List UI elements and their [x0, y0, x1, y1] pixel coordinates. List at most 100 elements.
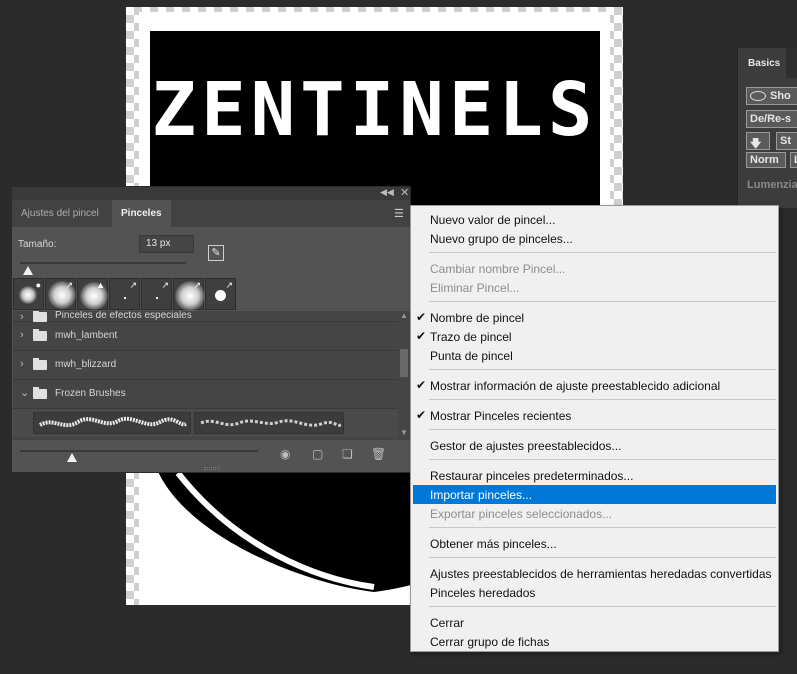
menu-item-new-brush-preset[interactable]: Nuevo valor de pincel...	[413, 210, 776, 229]
size-slider-track[interactable]	[20, 262, 186, 264]
menu-item-show-recent-brushes[interactable]: ✔ Mostrar Pinceles recientes	[413, 406, 776, 425]
chevron-right-icon[interactable]: ›	[20, 329, 24, 341]
brush-group-row[interactable]: › mwh_blizzard	[13, 351, 398, 380]
normal-button-label: Norm	[750, 154, 779, 166]
brush-stroke-preview[interactable]	[33, 412, 191, 434]
menu-separator	[429, 557, 776, 558]
recent-brush-preset[interactable]: ↗	[109, 278, 140, 310]
tab-brushes[interactable]: Pinceles	[112, 200, 171, 227]
normal-button[interactable]: Norm	[746, 152, 786, 168]
menu-item-label: Nuevo valor de pincel...	[430, 213, 556, 227]
de-re-select-button[interactable]: De/Re-s	[746, 110, 797, 128]
tab-basics[interactable]: Basics	[738, 48, 786, 78]
brush-group-row[interactable]: › Pinceles de efectos especiales	[13, 311, 398, 323]
menu-item-new-brush-group[interactable]: Nuevo grupo de pinceles...	[413, 229, 776, 248]
recent-brush-preset[interactable]: ↗	[173, 278, 205, 311]
checkmark-icon: ✔	[416, 408, 427, 422]
menu-item-label: Importar pinceles...	[430, 488, 533, 502]
brushes-panel: ◀◀ ✕ Ajustes del pincel Pinceles ☰ Tamañ…	[11, 186, 411, 473]
lumenzia-label: Lumenzia	[747, 179, 797, 191]
double-chevron-icon[interactable]: ◀◀	[380, 187, 394, 198]
de-re-select-label: De/Re-s	[750, 113, 791, 125]
menu-item-label: Nuevo grupo de pinceles...	[430, 232, 573, 246]
brush-list-scrollbar[interactable]: ▲ ▼	[398, 311, 410, 440]
menu-item-rename-brush[interactable]: Cambiar nombre Pincel...	[413, 259, 776, 278]
canvas-title-text: ZENTINELS	[151, 67, 598, 153]
panel-tabbar: Ajustes del pincel Pinceles ☰	[12, 200, 410, 227]
brush-group-row[interactable]: › mwh_lambent	[13, 322, 398, 351]
checkmark-icon: ✔	[416, 378, 427, 392]
recent-brushes: ● ↗ ▲ ↗ ↗ ↗ ↗	[13, 278, 239, 311]
menu-item-brush-stroke[interactable]: ✔ Trazo de pincel	[413, 327, 776, 346]
brush-stroke-previews	[13, 409, 398, 437]
menu-item-label: Mostrar Pinceles recientes	[430, 409, 572, 423]
basics-panel: Basics Sho De/Re-s 🡇 St Norm L Lumenzia	[737, 48, 797, 208]
recent-brush-preset[interactable]: ▲	[77, 278, 108, 310]
tab-brush-settings[interactable]: Ajustes del pincel	[12, 200, 108, 227]
folder-icon	[33, 358, 47, 370]
menu-item-close[interactable]: Cerrar	[413, 613, 776, 632]
menu-item-label: Ajustes preestablecidos de herramientas …	[430, 567, 772, 581]
menu-separator	[429, 459, 776, 460]
recent-brush-preset[interactable]: ↗	[141, 278, 172, 310]
menu-item-preset-manager[interactable]: Gestor de ajustes preestablecidos...	[413, 436, 776, 455]
menu-item-brush-name[interactable]: ✔ Nombre de pincel	[413, 308, 776, 327]
menu-item-label: Punta de pincel	[430, 349, 513, 363]
scrollbar-thumb[interactable]	[400, 349, 408, 377]
new-folder-icon[interactable]: ▢	[312, 447, 323, 461]
brush-group-label: mwh_blizzard	[55, 359, 117, 370]
menu-item-converted-legacy-presets[interactable]: Ajustes preestablecidos de herramientas …	[413, 564, 776, 583]
brush-group-row[interactable]: ⌄ Frozen Brushes	[13, 380, 398, 409]
menu-item-label: Gestor de ajustes preestablecidos...	[430, 439, 622, 453]
scroll-down-icon[interactable]: ▼	[400, 428, 408, 437]
l-button[interactable]: L	[790, 152, 797, 168]
menu-item-label: Cambiar nombre Pincel...	[430, 262, 566, 276]
brush-flip-icon[interactable]: ✎	[208, 245, 224, 261]
eye-visibility-icon[interactable]: ◉	[280, 447, 290, 461]
recent-brush-preset[interactable]: ↗	[45, 278, 76, 310]
size-input[interactable]: 13 px	[139, 235, 194, 253]
show-button-label: Sho	[770, 90, 791, 102]
new-brush-icon[interactable]: ❏	[342, 447, 353, 461]
menu-item-show-additional-info[interactable]: ✔ Mostrar información de ajuste preestabl…	[413, 376, 776, 395]
menu-item-label: Obtener más pinceles...	[430, 537, 557, 551]
recent-brush-preset[interactable]: ●	[13, 278, 44, 310]
brush-stroke-preview[interactable]	[194, 412, 344, 434]
menu-item-get-more-brushes[interactable]: Obtener más pinceles...	[413, 534, 776, 553]
trash-icon[interactable]: 🗑	[371, 447, 386, 461]
folder-icon	[33, 311, 47, 322]
hamburger-menu-icon[interactable]: ☰	[394, 207, 404, 220]
folder-icon	[33, 329, 47, 341]
brush-group-label: Frozen Brushes	[55, 388, 126, 399]
brushes-panel-menu: Nuevo valor de pincel... Nuevo grupo de …	[410, 205, 779, 652]
menu-item-label: Nombre de pincel	[430, 311, 525, 325]
st-button[interactable]: St	[776, 132, 797, 150]
arrow-down-button[interactable]: 🡇	[746, 132, 770, 150]
menu-item-export-selected-brushes[interactable]: Exportar pinceles seleccionados...	[413, 504, 776, 523]
recent-brush-preset[interactable]: ↗	[205, 278, 236, 310]
menu-item-restore-default-brushes[interactable]: Restaurar pinceles predeterminados...	[413, 466, 776, 485]
resize-grip[interactable]	[204, 467, 220, 470]
show-button[interactable]: Sho	[746, 87, 797, 105]
menu-separator	[429, 252, 776, 253]
menu-item-legacy-brushes[interactable]: Pinceles heredados	[413, 583, 776, 602]
scroll-up-icon[interactable]: ▲	[400, 311, 408, 320]
menu-item-brush-tip[interactable]: Punta de pincel	[413, 346, 776, 365]
brush-groups-list: › Pinceles de efectos especiales › mwh_l…	[13, 311, 398, 440]
panel-title-strip[interactable]	[12, 187, 410, 200]
chevron-down-icon[interactable]: ⌄	[20, 386, 29, 399]
chevron-right-icon[interactable]: ›	[20, 358, 24, 370]
close-icon[interactable]: ✕	[400, 186, 409, 199]
menu-item-label: Exportar pinceles seleccionados...	[430, 507, 613, 521]
size-slider-thumb[interactable]	[23, 266, 33, 275]
menu-item-import-brushes[interactable]: Importar pinceles...	[413, 485, 776, 504]
preview-size-slider-track[interactable]	[20, 450, 258, 452]
menu-item-delete-brush[interactable]: Eliminar Pincel...	[413, 278, 776, 297]
menu-item-label: Eliminar Pincel...	[430, 281, 520, 295]
menu-separator	[429, 399, 776, 400]
arrow-down-icon: 🡇	[750, 138, 762, 150]
menu-item-close-tab-group[interactable]: Cerrar grupo de fichas	[413, 632, 776, 651]
folder-open-icon	[33, 387, 47, 399]
preview-size-slider-thumb[interactable]	[67, 453, 77, 462]
size-label: Tamaño:	[18, 239, 57, 250]
